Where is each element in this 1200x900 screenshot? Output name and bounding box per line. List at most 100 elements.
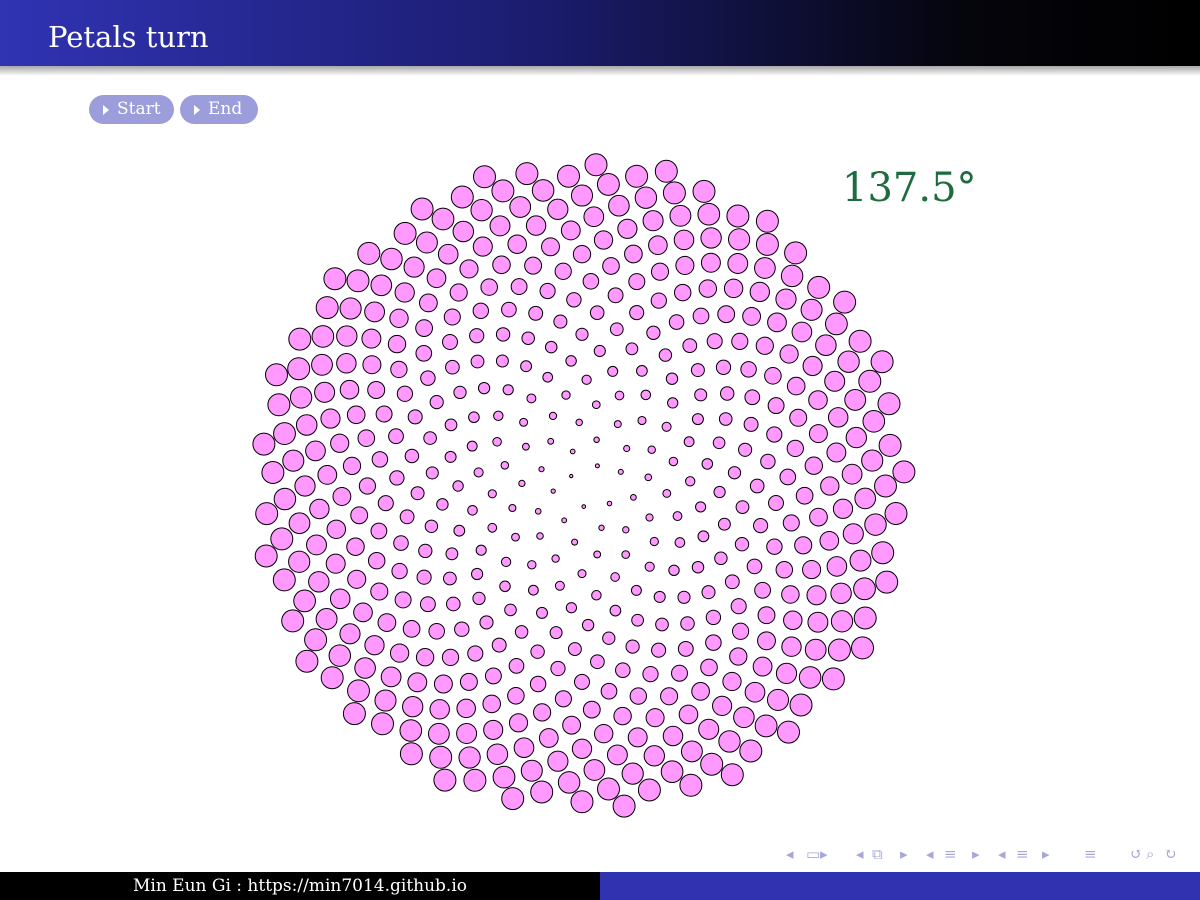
petal: [470, 199, 493, 222]
petal: [766, 688, 790, 711]
petal: [522, 442, 530, 451]
petal: [617, 468, 624, 475]
petal: [487, 489, 497, 499]
petal: [452, 220, 475, 243]
petal: [727, 228, 751, 251]
petal: [575, 418, 583, 427]
petal: [826, 556, 848, 577]
petal: [436, 498, 449, 511]
petal: [354, 657, 376, 679]
petal: [607, 287, 624, 304]
petal: [272, 568, 296, 592]
nav-next-arrow-icon[interactable]: ▸: [1042, 843, 1050, 865]
petal: [726, 204, 750, 228]
petal: [273, 422, 296, 446]
petal: [452, 480, 464, 492]
petal: [314, 381, 336, 403]
petal: [853, 606, 877, 630]
petal: [775, 288, 797, 310]
petal: [547, 437, 555, 445]
petal: [473, 467, 484, 478]
nav-prev-arrow-icon[interactable]: ◂: [926, 843, 934, 865]
nav-prev-arrow-icon[interactable]: ◂: [786, 843, 794, 865]
search-icon[interactable]: ⌕: [1146, 843, 1154, 865]
petal: [536, 606, 548, 619]
sunflower-petal-spiral: [252, 153, 916, 818]
nav-prev-arrow-icon[interactable]: ◂: [998, 843, 1006, 865]
petal: [764, 367, 782, 385]
petal: [445, 547, 459, 561]
petal: [570, 184, 594, 207]
petal: [393, 221, 417, 245]
petal: [362, 355, 382, 375]
petal: [712, 695, 733, 716]
petal: [472, 236, 493, 257]
petal: [715, 359, 732, 375]
back-icon[interactable]: ↺: [1130, 843, 1143, 865]
petal: [394, 591, 412, 609]
petal: [798, 666, 822, 689]
petal: [311, 325, 335, 348]
petal: [594, 724, 614, 744]
petal: [660, 760, 684, 784]
petal: [391, 562, 408, 580]
petal: [783, 610, 803, 631]
petal: [270, 527, 294, 551]
petal: [415, 344, 433, 362]
petal: [877, 392, 901, 416]
petal: [698, 279, 718, 298]
section-nav-icon[interactable]: ≡: [1016, 843, 1029, 865]
petal: [878, 433, 902, 457]
petal: [615, 662, 631, 678]
petal: [791, 321, 813, 343]
petal: [752, 656, 773, 677]
petal: [399, 742, 423, 766]
petal: [591, 400, 601, 410]
petal: [648, 235, 668, 256]
petal: [475, 544, 487, 556]
petal: [733, 706, 755, 729]
nav-next-arrow-icon[interactable]: ▸: [900, 843, 908, 865]
forward-icon[interactable]: ↻: [1164, 843, 1177, 865]
petal: [731, 622, 750, 640]
petal: [548, 411, 558, 421]
nav-next-arrow-icon[interactable]: ▸: [820, 843, 828, 865]
nav-prev-arrow-icon[interactable]: ◂: [856, 843, 864, 865]
petal: [700, 658, 718, 677]
nav-next-arrow-icon[interactable]: ▸: [972, 843, 980, 865]
petal: [692, 307, 710, 325]
petal: [346, 537, 365, 556]
petal: [768, 495, 784, 511]
petal: [416, 569, 432, 585]
petal: [534, 507, 542, 515]
petal: [442, 334, 458, 350]
petal: [342, 456, 362, 476]
petal: [320, 666, 344, 690]
petal: [332, 487, 352, 506]
petal: [315, 296, 339, 320]
petal: [607, 365, 619, 377]
petal: [538, 466, 545, 473]
petal: [539, 282, 556, 300]
petal: [407, 409, 423, 425]
petal: [655, 617, 669, 632]
petal: [415, 319, 433, 337]
petal: [407, 672, 428, 693]
petal: [731, 332, 749, 350]
petal: [370, 582, 389, 601]
petal: [795, 486, 814, 505]
petal: [541, 237, 560, 257]
slide-nav-icon[interactable]: ▭: [806, 843, 820, 865]
petal: [571, 538, 579, 546]
petal: [749, 478, 765, 494]
document-nav-icon[interactable]: ≡: [1084, 843, 1097, 865]
frame-nav-icon[interactable]: ⧉: [872, 843, 883, 865]
petal: [472, 302, 490, 320]
petal: [744, 681, 766, 703]
petal: [339, 297, 362, 320]
subsection-nav-icon[interactable]: ≡: [944, 843, 957, 865]
petal: [610, 572, 620, 582]
petal: [662, 488, 672, 498]
petal: [717, 517, 731, 531]
petal: [572, 245, 592, 264]
